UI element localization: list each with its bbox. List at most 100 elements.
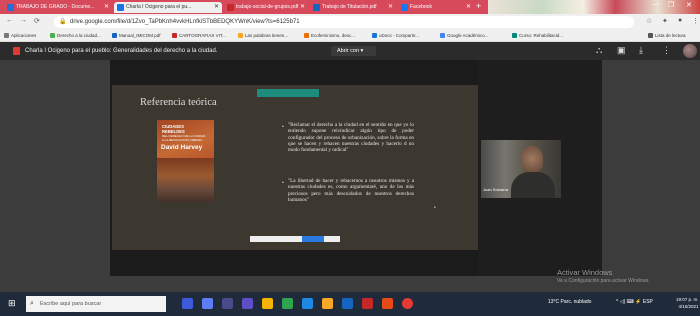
drive-icon [117,4,124,11]
participant-name: Juan Sotoarra [483,187,509,192]
document-title: Charla I Ocigeno para el pueblo: General… [25,48,218,54]
lock-icon: 🔒 [59,19,67,25]
bookmark-item[interactable]: Manual_IMICOM.pdf [112,32,161,40]
tab-label: Charla I Ocigeno para el pu... [126,4,192,10]
file-explorer-icon[interactable] [262,298,273,309]
bookmark-label: Aplicaciones [11,33,37,38]
bookmark-label: Lista de lectura [655,33,686,38]
search-placeholder: Escribe aquí para buscar [40,301,102,307]
bookmark-item[interactable]: Las palabras tienen... [238,32,288,40]
address-bar-row: ← → ⟳ 🔒 drive.google.com/file/d/1Zvo_TaP… [0,14,700,30]
bookmark-icon [372,33,377,38]
bookmark-label: Curso: Rehabilitacid... [519,33,564,38]
system-tray-icons[interactable]: ^ ◁) ⌨ ⚡ ESP [616,299,653,305]
tab-label: trabajo-social-de-grupos.pdf [236,4,299,10]
taskbar-app-icon[interactable] [362,298,373,309]
slide-title: Referencia teórica [140,97,217,108]
tab-trabajo-de-grado[interactable]: TRABAJO DE GRADO - Docume... ✕ [4,2,112,13]
quote-text: "La libertad de hacer y rehacernos a nos… [288,178,414,203]
url-field[interactable]: 🔒 drive.google.com/file/d/1Zvo_TaPbKnh4v… [54,16,634,28]
clock-time: 19:07 p. m. [676,297,699,302]
menu-icon[interactable]: ⋮ [692,17,699,25]
word-icon[interactable] [342,298,353,309]
taskbar-app-icon[interactable] [282,298,293,309]
extensions-icon[interactable]: ✦ [662,17,668,25]
book-cover-image: CIUDADES REBELDES DEL DERECHO DE LA CIUD… [157,120,214,202]
back-icon[interactable]: ← [6,17,13,24]
close-icon[interactable]: ✕ [104,2,109,13]
close-icon[interactable]: ✕ [300,2,305,13]
tab-facebook[interactable]: Facebook ✕ [398,2,474,13]
highlight-button[interactable] [302,236,324,242]
taskbar-search-input[interactable]: ⌕ Escribe aquí para buscar [26,296,166,312]
maximize-icon[interactable]: ❐ [668,1,674,9]
open-with-button[interactable]: Abrir con ▾ [331,46,376,56]
pdf-icon [227,4,234,11]
tab-trabajo-social[interactable]: trabajo-social-de-grupos.pdf ✕ [224,2,308,13]
quote-text: "Reclamar el derecho a la ciudad en el s… [288,122,414,154]
teams-icon[interactable] [242,298,253,309]
task-view-icon[interactable] [182,298,193,309]
facebook-icon [401,4,408,11]
bookmark-item[interactable]: Derecho a la ciudad... [50,32,101,40]
avatar[interactable] [683,44,697,58]
bookmark-icon [304,33,309,38]
taskbar-app-icon[interactable] [202,298,213,309]
bookmark-item[interactable]: CARTOGRAFIAS VIT... [172,32,226,40]
browser-tab-strip: TRABAJO DE GRADO - Docume... ✕ Charla I … [0,0,700,14]
windows-start-icon[interactable]: ⊞ [8,299,17,308]
tab-trabajo-titulacion[interactable]: Trabajo de Titulación.pdf ✕ [310,2,396,13]
tab-label: Trabajo de Titulación.pdf [322,4,377,10]
new-tab-button[interactable]: + [476,1,481,11]
taskbar-app-icon[interactable] [382,298,393,309]
more-options-icon[interactable]: ⋮ [662,45,671,56]
bullet-icon: • [434,205,436,211]
close-icon[interactable]: ✕ [466,2,471,13]
book-subtitle-line: A LA REVOLUCIÓN URBANA [162,138,203,142]
window-close-icon[interactable]: ✕ [686,1,692,9]
participant-face [521,146,543,174]
clock-date: 4/10/2021 [678,304,699,309]
minimize-icon[interactable]: — [652,1,659,8]
reading-list[interactable]: Lista de lectura [648,32,686,40]
bookmark-item[interactable]: Ecofeminismo, desc... [304,32,355,40]
activate-subtitle: Ve a Configuración para activar Windows. [557,278,650,284]
bullet-icon: • [282,124,284,130]
video-file-icon [13,47,20,55]
windows-taskbar: ⊞ ⌕ Escribe aquí para buscar 13°C Parc. … [0,292,700,316]
meeting-controls-bar[interactable] [250,236,340,242]
taskbar-app-icon[interactable] [302,298,313,309]
url-text: drive.google.com/file/d/1Zvo_TaPbKnh4vvk… [70,19,300,25]
bookmark-item[interactable]: Google Académico... [440,32,489,40]
system-clock[interactable]: 19:07 p. m. 4/10/2021 [676,296,699,310]
chrome-icon[interactable] [402,298,413,309]
activate-windows-watermark: Activar Windows Ve a Configuración para … [557,268,650,284]
bookmarks-bar: Aplicaciones Derecho a la ciudad... Manu… [0,30,700,42]
bookmark-item[interactable]: Aplicaciones [4,32,36,40]
comment-icon[interactable]: ▣ [617,45,626,56]
bookmark-item[interactable]: uDocs - Compartir... [372,32,419,40]
close-icon[interactable]: ✕ [388,2,393,13]
activate-title: Activar Windows [557,268,613,277]
bookmark-item[interactable]: Curso: Rehabilitacid... [512,32,563,40]
forward-icon[interactable]: → [20,17,27,24]
weather-widget[interactable]: 13°C Parc. nublado [548,299,591,305]
bookmark-icon [512,33,517,38]
download-icon[interactable]: ⤓ [639,45,643,56]
add-to-drive-icon[interactable]: ⛬ [596,45,602,56]
tab-charla[interactable]: Charla I Ocigeno para el pu... ✕ [114,2,222,13]
search-icon: ⌕ [30,300,34,307]
close-icon[interactable]: ✕ [214,2,219,13]
profile-icon[interactable]: ● [678,17,682,24]
reading-list-icon [648,33,653,38]
bookmark-label: uDocs - Compartir... [379,33,420,38]
bookmark-label: CARTOGRAFIAS VIT... [179,33,226,38]
reload-icon[interactable]: ⟳ [34,17,40,25]
bookmark-icon [112,33,117,38]
taskbar-app-icon[interactable] [322,298,333,309]
slide-badge [257,89,319,97]
bookmark-icon [50,33,55,38]
star-icon[interactable]: ☆ [646,17,652,25]
taskbar-app-icon[interactable] [222,298,233,309]
pdf-icon [313,4,320,11]
